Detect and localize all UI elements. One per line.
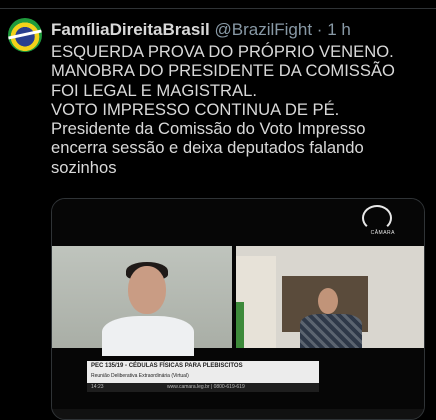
tweet-line: Presidente da Comissão do Voto Impresso xyxy=(51,119,366,139)
ticker-url: www.camara.leg.br xyxy=(167,384,210,390)
video-frame[interactable]: CÂMARA PEC 135/19 - CÉDULAS FÍSICAS PARA… xyxy=(52,199,424,409)
tweet-line: ESQUERDA PROVA DO PRÓPRIO VENENO. xyxy=(51,42,394,61)
top-divider xyxy=(0,0,436,9)
lower-third-subtitle: Reunião Deliberativa Extraordinária (Vir… xyxy=(91,373,189,379)
avatar[interactable] xyxy=(8,18,42,52)
person-head xyxy=(318,288,338,314)
ticker-phone: 0800-619-619 xyxy=(213,384,245,390)
tweet-line: VOTO IMPRESSO CONTINUA DE PÉ. xyxy=(51,99,340,119)
lower-third: PEC 135/19 - CÉDULAS FÍSICAS PARA PLEBIS… xyxy=(87,361,319,383)
avatar-flag-band xyxy=(8,29,42,40)
broadcaster-logo-text: CÂMARA xyxy=(370,230,395,236)
camara-logo-icon xyxy=(362,205,392,231)
tweet-time[interactable]: 1 h xyxy=(327,20,351,39)
ticker-time: 14:23 xyxy=(91,384,104,390)
tweet-text: ESQUERDA PROVA DO PRÓPRIO VENENO. MANOBR… xyxy=(51,42,431,177)
person-body xyxy=(102,316,194,356)
flag-strip xyxy=(236,302,244,348)
tweet-line: FOI LEGAL E MAGISTRAL. xyxy=(51,80,257,100)
video-panel-right xyxy=(236,246,424,348)
tweet-line: encerra sessão e deixa deputados falando xyxy=(51,138,364,158)
tweet-header: FamíliaDireitaBrasil @BrazilFight · 1 h xyxy=(51,20,351,40)
author-name[interactable]: FamíliaDireitaBrasil xyxy=(51,20,210,39)
person-body xyxy=(300,314,362,348)
lower-third-title: PEC 135/19 - CÉDULAS FÍSICAS PARA PLEBIS… xyxy=(91,363,243,369)
author-handle[interactable]: @BrazilFight xyxy=(214,20,312,39)
tweet-line: MANOBRA DO PRESIDENTE DA COMISSÃO xyxy=(51,61,395,81)
separator-dot: · xyxy=(316,20,323,39)
ticker-bar: 14:23 www.camara.leg.br | 0800-619-619 xyxy=(87,383,319,392)
ticker-site: www.camara.leg.br | 0800-619-619 xyxy=(167,384,245,390)
tweet-line: sozinhos xyxy=(51,157,117,177)
person-head xyxy=(128,266,166,314)
video-panel-left xyxy=(52,246,232,356)
tweet-media[interactable]: CÂMARA PEC 135/19 - CÉDULAS FÍSICAS PARA… xyxy=(51,198,425,420)
